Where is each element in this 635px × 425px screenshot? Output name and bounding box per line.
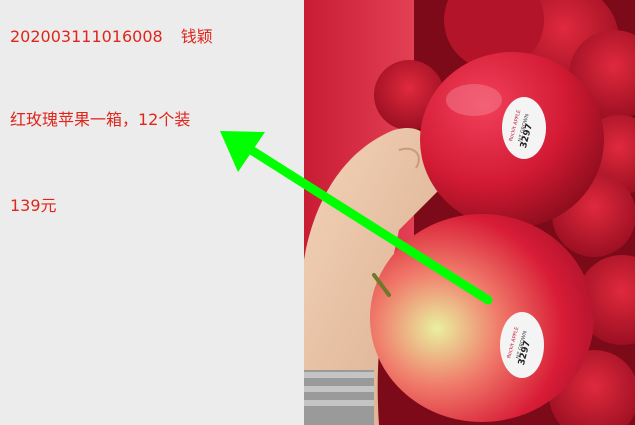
bottom-apple <box>370 214 594 422</box>
apple-photo-illustration: Rockit APPLE NZ GROWN 3297 Rockit APPLE … <box>304 0 635 425</box>
order-info-line: 202003111016008 钱颖 <box>10 27 213 47</box>
customer-name: 钱颖 <box>180 27 213 46</box>
watch-band <box>304 370 374 425</box>
apple-photo: Rockit APPLE NZ GROWN 3297 Rockit APPLE … <box>304 0 635 425</box>
product-description: 红玫瑰苹果一箱，12个装 <box>10 110 191 129</box>
bottom-apple-sticker: Rockit APPLE NZ GROWN 3297 <box>500 312 544 378</box>
message-panel: 202003111016008 钱颖 红玫瑰苹果一箱，12个装 139元 <box>0 0 304 425</box>
price-label: 139元 <box>10 196 57 215</box>
screenshot-canvas: 202003111016008 钱颖 红玫瑰苹果一箱，12个装 139元 Roc… <box>0 0 635 425</box>
order-number: 202003111016008 <box>10 27 163 46</box>
top-apple-sticker: Rockit APPLE NZ GROWN 3297 <box>502 97 546 159</box>
